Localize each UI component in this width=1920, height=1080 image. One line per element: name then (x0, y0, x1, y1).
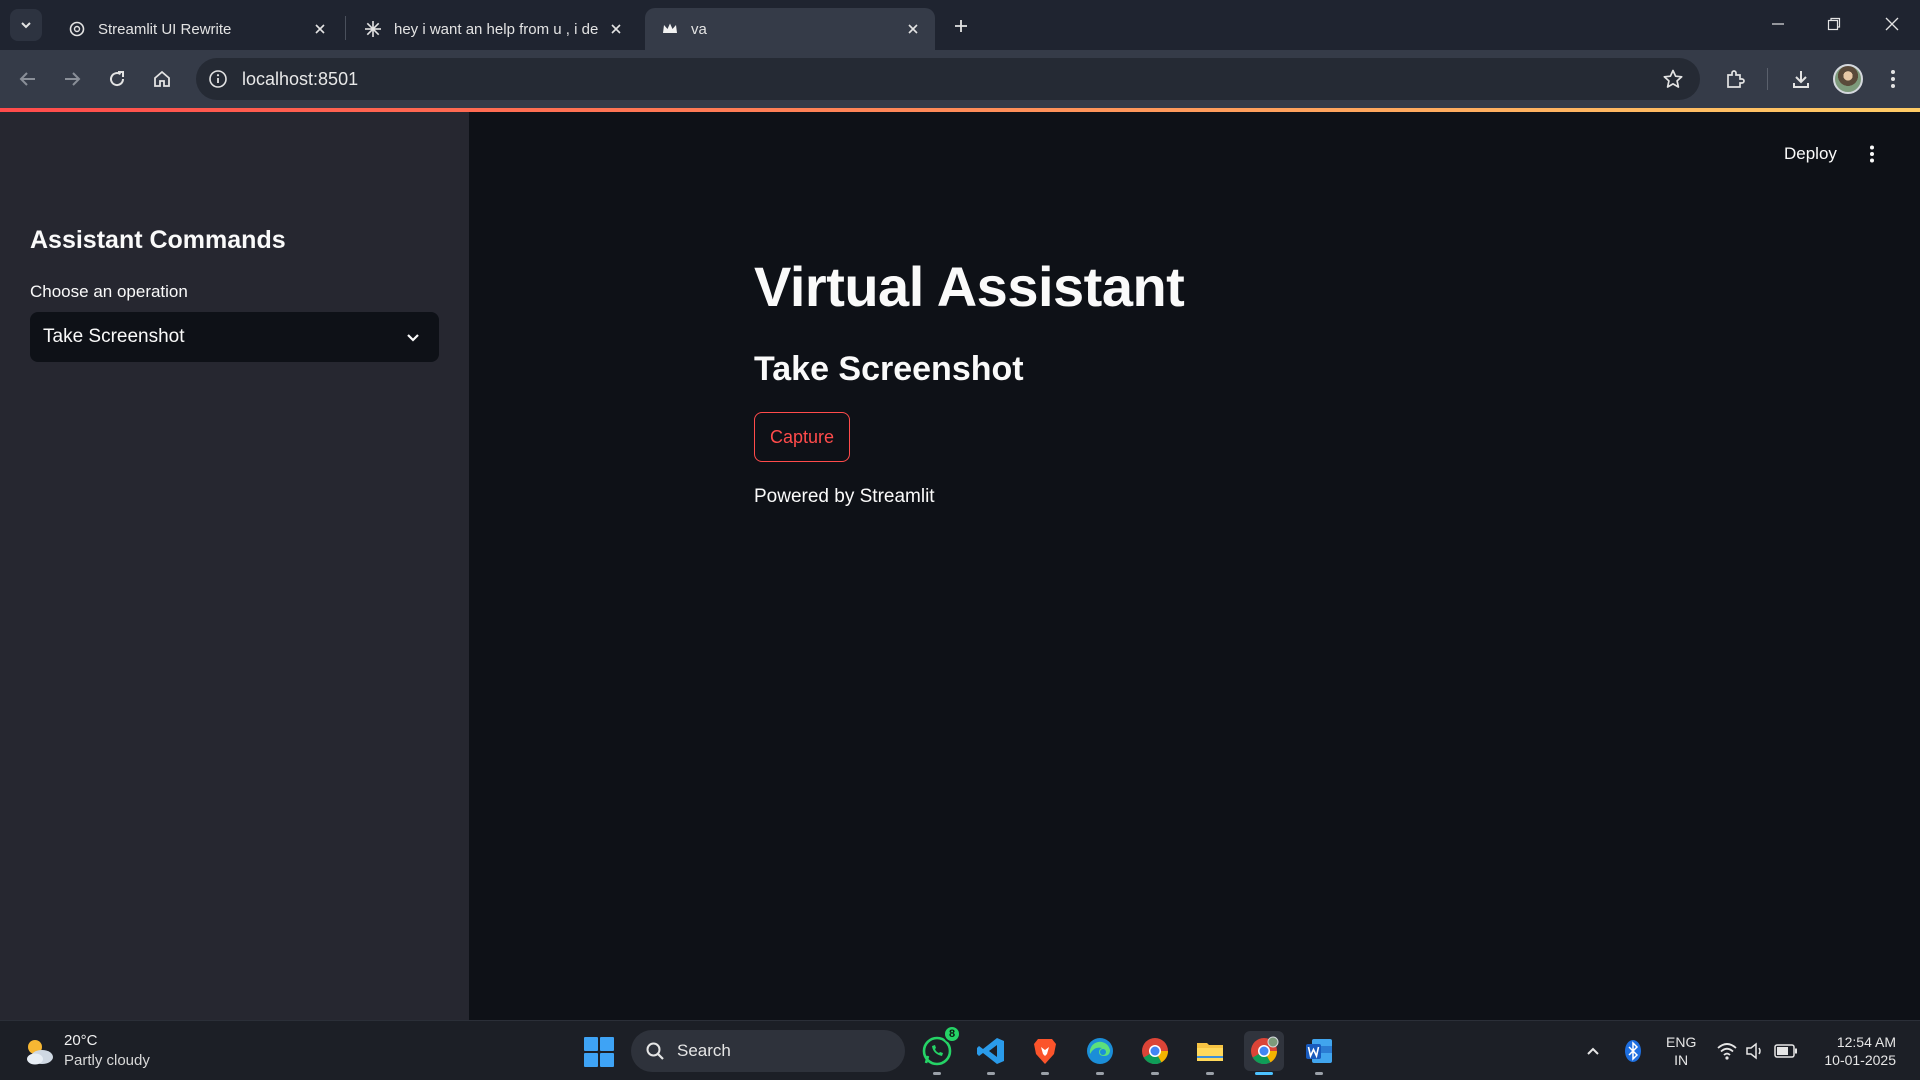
minimize-icon (1772, 23, 1784, 25)
reload-button[interactable] (102, 64, 132, 94)
section-heading: Take Screenshot (754, 350, 1024, 388)
openai-icon (68, 20, 86, 38)
search-label: Search (677, 1041, 731, 1060)
downloads-button[interactable] (1786, 64, 1816, 94)
arrow-left-icon (19, 72, 35, 86)
close-icon[interactable] (606, 19, 626, 39)
download-icon (1793, 71, 1809, 88)
operation-select[interactable]: Take Screenshot (30, 312, 439, 362)
arrow-right-icon (65, 72, 81, 86)
volume-icon[interactable] (1743, 1039, 1767, 1063)
brave-icon[interactable] (1025, 1031, 1065, 1075)
running-indicator (1206, 1072, 1214, 1075)
tab-title: Streamlit UI Rewrite (98, 20, 232, 38)
running-indicator (987, 1072, 995, 1075)
show-hidden-icons-chevron-icon[interactable] (1581, 1039, 1605, 1063)
file-explorer-icon[interactable] (1190, 1031, 1230, 1075)
sidebar-title: Assistant Commands (30, 226, 286, 254)
bookmark-star-icon[interactable] (1660, 66, 1686, 92)
restore-icon (1827, 17, 1841, 31)
language-code: ENG (1666, 1034, 1697, 1050)
chrome-profile-icon[interactable] (1244, 1031, 1284, 1075)
main-content (469, 112, 1920, 1020)
chrome-icon[interactable] (1135, 1031, 1175, 1075)
browser-menu-button[interactable] (1878, 64, 1908, 94)
taskbar-search[interactable]: Search (631, 1030, 905, 1072)
site-info-icon[interactable] (204, 65, 232, 93)
browser-tab-1[interactable]: Streamlit UI Rewrite (52, 8, 342, 50)
wifi-icon[interactable] (1715, 1039, 1739, 1063)
url-text[interactable]: localhost:8501 (242, 69, 358, 90)
forward-button[interactable] (57, 64, 87, 94)
chevron-down-icon (21, 22, 31, 29)
kebab-menu-icon (1870, 145, 1874, 163)
clock-time: 12:54 AM (1836, 1034, 1896, 1050)
partly-cloudy-icon[interactable] (22, 1035, 56, 1069)
restore-button[interactable] (1806, 0, 1862, 48)
close-window-button[interactable] (1864, 0, 1920, 48)
toolbar-divider (1767, 68, 1768, 90)
whatsapp-icon[interactable]: 8 (917, 1025, 961, 1075)
running-indicator (1255, 1072, 1273, 1075)
region-code: IN (1674, 1052, 1689, 1068)
weather-temperature[interactable]: 20°C (64, 1032, 98, 1049)
puzzle-icon (1727, 70, 1745, 88)
clock-date: 10-01-2025 (1824, 1052, 1896, 1068)
close-icon[interactable] (310, 19, 330, 39)
tab-search-button[interactable] (10, 9, 42, 41)
search-icon (646, 1042, 664, 1060)
kebab-menu-icon (1891, 70, 1895, 88)
notification-badge: 8 (943, 1025, 961, 1043)
vscode-icon[interactable] (971, 1031, 1011, 1075)
word-icon[interactable] (1299, 1031, 1339, 1075)
running-indicator (1041, 1072, 1049, 1075)
page-title: Virtual Assistant (754, 255, 1185, 318)
tab-separator (345, 16, 346, 40)
plus-icon (955, 20, 967, 32)
new-tab-button[interactable] (948, 13, 974, 39)
capture-button[interactable]: Capture (754, 412, 851, 462)
close-icon[interactable] (903, 19, 923, 39)
running-indicator (933, 1072, 941, 1075)
minimize-button[interactable] (1750, 0, 1806, 48)
chevron-down-icon (407, 334, 419, 342)
operation-select-value: Take Screenshot (43, 326, 185, 347)
streamlit-crown-icon (661, 20, 679, 38)
extensions-button[interactable] (1720, 64, 1750, 94)
bluetooth-icon[interactable] (1621, 1039, 1645, 1063)
running-indicator (1096, 1072, 1104, 1075)
start-button[interactable] (584, 1037, 614, 1067)
running-indicator (1151, 1072, 1159, 1075)
reload-icon (110, 71, 125, 87)
battery-icon[interactable] (1774, 1039, 1798, 1063)
windows-taskbar: 20°C Partly cloudy Search 8 ENG IN 12:54… (0, 1020, 1920, 1080)
address-bar[interactable]: localhost:8501 (196, 58, 1700, 100)
browser-tab-strip: Streamlit UI Rewrite hey i want an help … (0, 0, 1920, 50)
tab-title: va (691, 20, 707, 38)
powered-by-text: Powered by Streamlit (754, 486, 935, 507)
deploy-button[interactable]: Deploy (1784, 144, 1837, 164)
home-button[interactable] (147, 64, 177, 94)
taskbar-clock[interactable]: 12:54 AM 10-01-2025 (1814, 1033, 1896, 1069)
input-language[interactable]: ENG IN (1666, 1033, 1696, 1069)
tab-title: hey i want an help from u , i de (394, 20, 598, 38)
app-menu-button[interactable] (1860, 140, 1884, 168)
browser-tab-2[interactable]: hey i want an help from u , i de (348, 8, 638, 50)
running-indicator (1315, 1072, 1323, 1075)
weather-description[interactable]: Partly cloudy (64, 1052, 150, 1069)
home-icon (154, 70, 170, 87)
back-button[interactable] (13, 64, 43, 94)
profile-avatar[interactable] (1833, 64, 1863, 94)
browser-tab-3[interactable]: va (645, 8, 935, 50)
close-icon (1885, 17, 1899, 31)
claude-icon (364, 20, 382, 38)
browser-toolbar: localhost:8501 (0, 50, 1920, 108)
operation-select-label: Choose an operation (30, 282, 188, 301)
edge-icon[interactable] (1080, 1031, 1120, 1075)
